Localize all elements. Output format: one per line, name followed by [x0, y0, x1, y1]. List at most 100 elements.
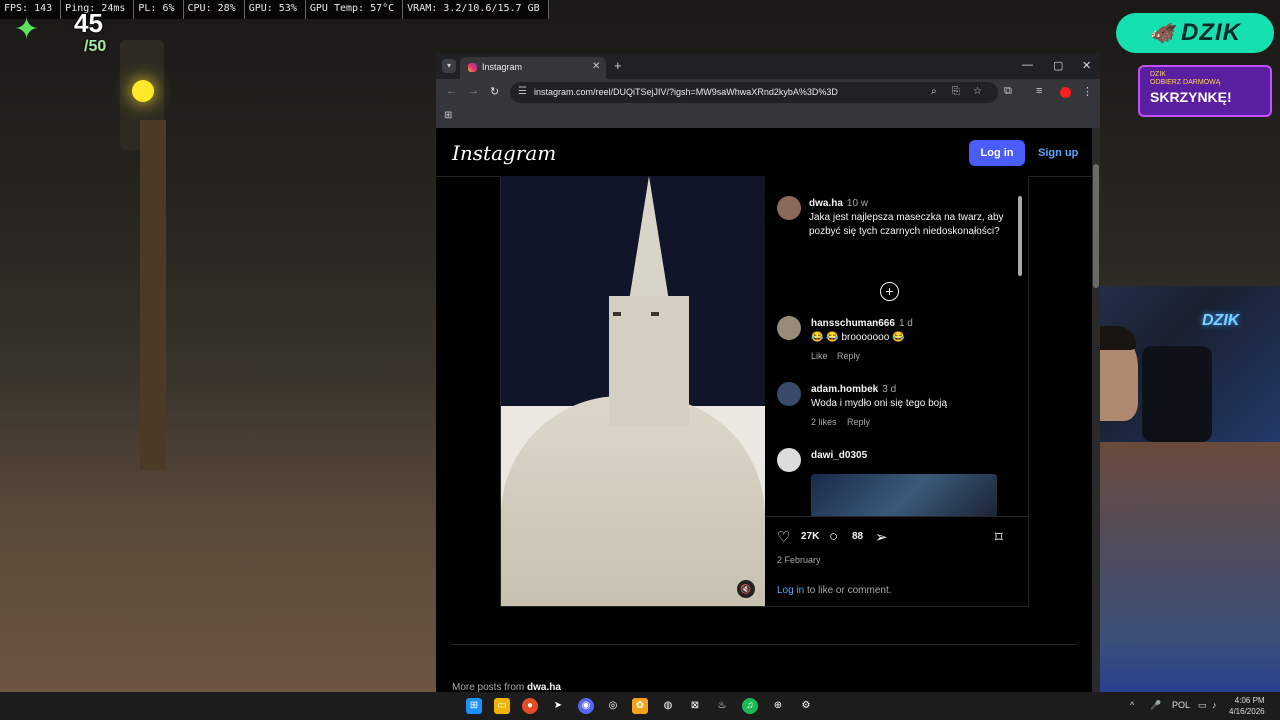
more-posts-heading: More posts from dwa.ha — [452, 682, 561, 692]
file-explorer-icon[interactable]: ▭ — [494, 698, 510, 714]
discord-icon[interactable]: ◉ — [578, 698, 594, 714]
author-age: 10 w — [846, 198, 869, 209]
comments-section: dwa.ha 10 w Jaka jest najlepsza maseczka … — [765, 186, 1015, 516]
tab-search-icon[interactable]: ▾ — [442, 59, 456, 73]
share-icon[interactable]: ➢ — [875, 528, 888, 546]
app-orange-icon[interactable]: ✿ — [632, 698, 648, 714]
tab-instagram[interactable]: Instagram ✕ — [460, 57, 606, 79]
robe-shape — [501, 396, 765, 606]
site-info-icon[interactable]: ☰ — [518, 86, 527, 97]
network-icon[interactable]: ▭ — [1198, 700, 1207, 711]
save-bookmark-icon[interactable]: ⌑ — [995, 528, 1003, 546]
comment-image[interactable] — [811, 474, 997, 516]
like-count: 27K — [801, 531, 820, 542]
comment-count: 88 — [852, 531, 864, 542]
more-posts-user[interactable]: dwa.ha — [527, 682, 561, 692]
comment-likes[interactable]: 2 likes — [811, 417, 837, 427]
language-indicator[interactable]: POL — [1172, 700, 1190, 710]
instagram-page: Instagram Log in Sign up 🔇 dwa.ha 10 w Ja… — [436, 128, 1092, 692]
promo-line1: ODBIERZ DARMOWĄ — [1150, 79, 1221, 86]
page-scrollbar[interactable] — [1092, 128, 1100, 692]
gpu-readout: GPU: 53% — [245, 0, 306, 19]
forward-icon[interactable]: → — [468, 85, 479, 97]
like-comment-link[interactable]: Like — [811, 351, 828, 361]
chrome-icon[interactable]: ● — [522, 698, 538, 714]
heart-icon[interactable]: ♡ — [777, 528, 790, 546]
cpu-readout: CPU: 28% — [184, 0, 245, 19]
browser-toolbar: ← → ↻ ☰ instagram.com/reel/DUQiTSejJIV/?… — [436, 79, 1100, 106]
apps-grid-icon[interactable]: ⊞ — [444, 110, 452, 121]
comment-avatar[interactable] — [777, 316, 801, 340]
install-app-icon[interactable]: ⎘ — [952, 86, 960, 97]
comment-username[interactable]: dawi_d0305 — [811, 450, 867, 461]
author-avatar[interactable] — [777, 196, 801, 220]
mute-icon[interactable]: 🔇 — [737, 580, 755, 598]
page-scroll-thumb[interactable] — [1093, 164, 1099, 288]
comment-avatar[interactable] — [777, 448, 801, 472]
window-close-icon[interactable]: ✕ — [1082, 59, 1091, 72]
reel-video[interactable]: 🔇 — [501, 176, 765, 606]
comment-avatar[interactable] — [777, 382, 801, 406]
telegram-icon[interactable]: ➤ — [550, 698, 566, 714]
health-value: 45 — [74, 8, 103, 38]
app-icon[interactable]: ◎ — [605, 698, 621, 714]
post-card: 🔇 dwa.ha 10 w Jaka jest najlepsza maseczk… — [500, 176, 1029, 607]
reload-icon[interactable]: ↻ — [490, 85, 499, 98]
system-clock[interactable]: 4:06 PM 4/16/2026 — [1229, 695, 1265, 717]
address-bar[interactable]: ☰ instagram.com/reel/DUQiTSejJIV/?igsh=M… — [510, 82, 998, 103]
app-dark-icon[interactable]: ◍ — [660, 698, 676, 714]
url-text: instagram.com/reel/DUQiTSejJIV/?igsh=MW9… — [534, 87, 838, 97]
app-terminal-icon[interactable]: ⊠ — [687, 698, 703, 714]
promo-brand-small: DZIK — [1150, 71, 1166, 78]
instagram-logo[interactable]: Instagram — [452, 141, 556, 165]
comment-icon[interactable]: ○ — [829, 528, 838, 545]
bookmarks-bar: ⊞ — [436, 106, 1100, 128]
reply-link[interactable]: Reply — [837, 351, 860, 361]
settings-icon[interactable]: ⚙ — [798, 698, 814, 714]
reply-link[interactable]: Reply — [847, 417, 870, 427]
tab-close-icon[interactable]: ✕ — [592, 61, 600, 72]
comments-scroll-thumb[interactable] — [1018, 196, 1022, 276]
load-more-comments-icon[interactable]: + — [880, 282, 899, 301]
comment-text: Woda i mydło oni się tego boją — [811, 398, 948, 409]
menu-icon[interactable]: ⋮ — [1082, 85, 1093, 98]
author-username[interactable]: dwa.ha 10 w — [809, 198, 868, 209]
zoom-icon[interactable]: ⌕ — [931, 86, 937, 97]
health-icon: ✦ — [14, 13, 40, 46]
signup-link[interactable]: Sign up — [1038, 147, 1078, 159]
login-button[interactable]: Log in — [969, 140, 1025, 166]
bookmark-star-icon[interactable]: ☆ — [973, 86, 982, 97]
login-prompt-link[interactable]: Log in — [777, 585, 804, 596]
comments-scrollbar[interactable] — [1017, 186, 1023, 516]
spotify-icon[interactable]: ♫ — [742, 698, 758, 714]
comment-username[interactable]: hansschuman666 1 d — [811, 318, 913, 329]
vram-readout: VRAM: 3.2/10.6/15.7 GB — [403, 0, 549, 19]
brand-text: DZIK — [1180, 19, 1241, 46]
hood-face — [609, 296, 689, 426]
media-icon[interactable]: ≡ — [1036, 85, 1042, 97]
minimize-icon[interactable]: — — [1022, 59, 1033, 71]
profile-record-icon[interactable] — [1060, 87, 1071, 98]
windows-taskbar: ⊞ ▭ ● ➤ ◉ ◎ ✿ ◍ ⊠ ♨ ♫ ⊕ ⚙ ^ 🎤 POL ▭ ♪ 4:… — [0, 692, 1280, 720]
comment-username[interactable]: adam.hombek 3 d — [811, 384, 896, 395]
login-prompt: Log in to like or comment. — [777, 585, 892, 596]
microphone-icon[interactable]: 🎤 — [1150, 700, 1161, 711]
back-icon[interactable]: ← — [446, 85, 457, 97]
traffic-pole — [140, 120, 166, 470]
maximize-icon[interactable]: ▢ — [1053, 59, 1063, 72]
volume-icon[interactable]: ♪ — [1212, 700, 1217, 710]
new-tab-icon[interactable]: + — [614, 58, 622, 73]
extensions-icon[interactable]: ⧉ — [1004, 85, 1012, 98]
steam-icon[interactable]: ♨ — [714, 698, 730, 714]
brand-logo: 🐗 DZIK — [1116, 13, 1274, 53]
tab-title: Instagram — [482, 62, 523, 72]
traffic-light-bulb — [132, 80, 154, 102]
comment-age: 1 d — [898, 318, 913, 329]
comment-user-text: hansschuman666 — [811, 318, 895, 329]
app-record-icon[interactable]: ⊕ — [770, 698, 786, 714]
tray-expand-icon[interactable]: ^ — [1130, 700, 1134, 710]
gpu-temp-readout: GPU Temp: 57°C — [306, 0, 404, 19]
login-prompt-text: to like or comment. — [804, 585, 892, 596]
webcam-brand-sign: DZIK — [1202, 312, 1240, 329]
start-icon[interactable]: ⊞ — [466, 698, 482, 714]
